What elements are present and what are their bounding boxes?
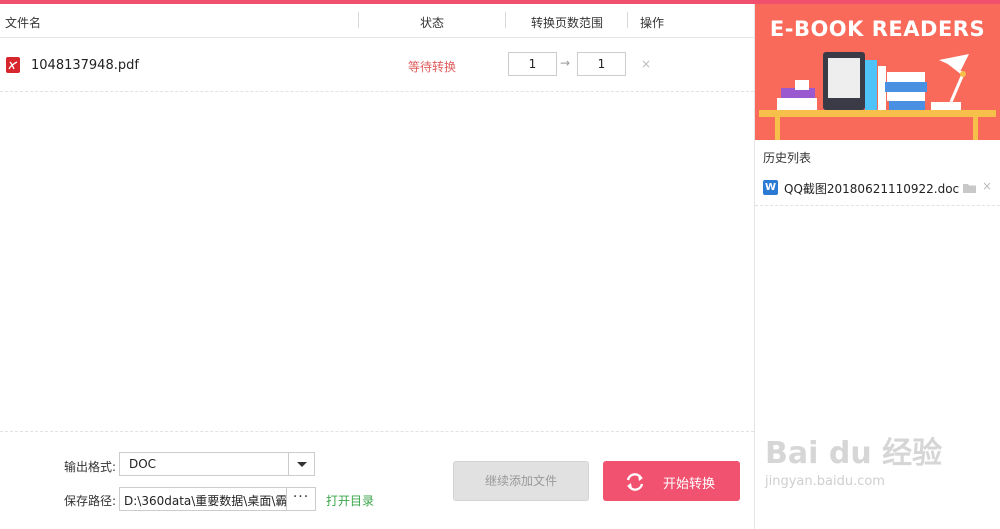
bookshelf-illustration	[759, 52, 996, 140]
header-page-range: 转换页数范围	[531, 16, 604, 30]
save-path-value: D:\360data\重要数据\桌面\霸	[124, 494, 287, 508]
output-format-value: DOC	[129, 457, 157, 471]
history-title: 历史列表	[763, 151, 812, 165]
pdf-icon	[6, 57, 20, 73]
watermark-brand: Bai du 经验	[765, 436, 943, 471]
page-from-input[interactable]: 1	[508, 52, 557, 76]
header-divider	[505, 12, 506, 28]
history-item-name: QQ截图20180621110922.doc	[784, 182, 960, 196]
word-doc-icon: W	[763, 180, 778, 195]
file-row[interactable]: 1048137948.pdf 等待转换 1 → 1 ×	[0, 39, 754, 92]
folder-icon[interactable]	[963, 182, 976, 196]
close-icon[interactable]: ×	[982, 179, 992, 193]
ebook-banner[interactable]: E-BOOK READERS	[755, 4, 1000, 140]
file-table-header: 文件名 状态 转换页数范围 操作	[0, 4, 754, 38]
header-divider	[358, 12, 359, 28]
file-name: 1048137948.pdf	[31, 58, 139, 73]
header-divider	[627, 12, 628, 28]
header-action: 操作	[640, 16, 665, 30]
chevron-down-icon[interactable]	[288, 453, 314, 475]
converter-main-panel: 文件名 状态 转换页数范围 操作 1048137948.pdf 等待转换 1 →…	[0, 4, 754, 529]
output-format-select[interactable]: DOC	[119, 452, 315, 476]
open-directory-link[interactable]: 打开目录	[326, 492, 374, 509]
status-text: 等待转换	[408, 60, 457, 74]
watermark-url: jingyan.baidu.com	[765, 474, 885, 489]
close-icon[interactable]: ×	[641, 57, 651, 71]
start-convert-label: 开始转换	[663, 477, 716, 492]
header-status: 状态	[420, 16, 445, 30]
header-filename: 文件名	[5, 16, 42, 30]
history-item[interactable]: W QQ截图20180621110922.doc ×	[755, 174, 1000, 206]
footer-divider	[0, 431, 754, 432]
browse-button[interactable]: ···	[287, 487, 316, 511]
add-files-button[interactable]: 继续添加文件	[453, 461, 589, 501]
refresh-icon	[624, 471, 646, 497]
start-convert-button[interactable]: 开始转换	[603, 461, 740, 501]
save-path-label: 保存路径:	[64, 494, 117, 508]
page-to-input[interactable]: 1	[577, 52, 626, 76]
arrow-right-icon: →	[560, 56, 571, 70]
save-path-field[interactable]: D:\360data\重要数据\桌面\霸	[119, 487, 287, 511]
watermark: Bai du 经验 jingyan.baidu.com	[765, 428, 942, 489]
output-format-label: 输出格式:	[64, 460, 117, 474]
